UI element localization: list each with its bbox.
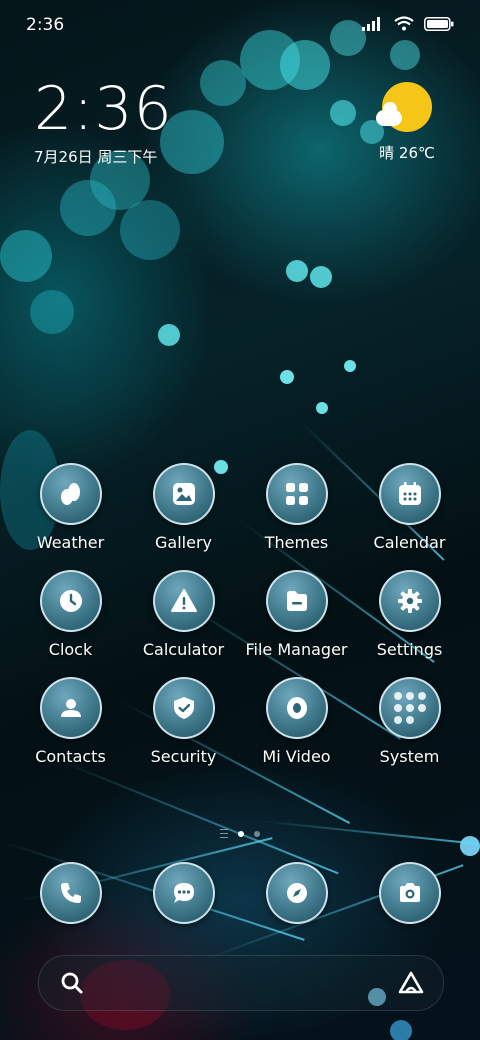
battery-icon	[424, 16, 454, 35]
app-settings[interactable]: Settings	[353, 570, 466, 659]
app-calculator[interactable]: Calculator	[127, 570, 240, 659]
app-drawer-indicator-icon	[220, 829, 228, 838]
assistant-icon[interactable]	[397, 970, 425, 1000]
app-weather[interactable]: Weather	[14, 463, 127, 552]
page-dot-active	[238, 830, 244, 837]
dock-browser[interactable]	[240, 862, 353, 924]
app-calendar[interactable]: Calendar	[353, 463, 466, 552]
app-mi-video[interactable]: Mi Video	[240, 677, 353, 766]
calculator-icon[interactable]	[152, 570, 215, 632]
clock-widget-time: 2:36	[34, 74, 173, 144]
app-clock[interactable]: Clock	[14, 570, 127, 659]
app-label: Security	[150, 747, 217, 766]
app-label: Themes	[264, 533, 329, 552]
status-bar: 2:36	[0, 0, 480, 48]
clock-icon[interactable]	[39, 570, 102, 632]
sunny-weather-icon	[376, 82, 432, 132]
app-label: Calendar	[373, 533, 446, 552]
app-grid: Weather Gallery Themes Calendar Clock Ca…	[14, 463, 466, 766]
gallery-icon[interactable]	[152, 463, 215, 525]
phone-icon[interactable]	[39, 862, 102, 924]
dock	[14, 862, 466, 924]
weather-icon[interactable]	[39, 463, 102, 525]
status-icons	[362, 16, 454, 35]
system-folder-icon[interactable]	[378, 677, 441, 739]
themes-icon[interactable]	[265, 463, 328, 525]
app-label: File Manager	[245, 640, 348, 659]
calendar-icon[interactable]	[378, 463, 441, 525]
search-icon[interactable]	[59, 970, 85, 1000]
status-time: 2:36	[26, 15, 65, 35]
signal-icon	[362, 16, 384, 35]
weather-widget[interactable]: 晴 26℃	[372, 82, 442, 163]
page-dot	[254, 830, 260, 837]
file-manager-icon[interactable]	[265, 570, 328, 632]
dock-phone[interactable]	[14, 862, 127, 924]
app-label: Gallery	[155, 533, 212, 552]
app-label: Contacts	[35, 747, 106, 766]
weather-condition-temp: 晴 26℃	[379, 144, 435, 162]
messages-icon[interactable]	[152, 862, 215, 924]
search-bar[interactable]	[38, 955, 444, 1011]
security-icon[interactable]	[152, 677, 215, 739]
settings-icon[interactable]	[378, 570, 441, 632]
dock-camera[interactable]	[353, 862, 466, 924]
page-indicator[interactable]	[0, 829, 480, 838]
wifi-icon	[394, 16, 414, 35]
app-label: Mi Video	[262, 747, 331, 766]
app-system-folder[interactable]: System	[353, 677, 466, 766]
app-label: System	[379, 747, 440, 766]
app-label: Weather	[36, 533, 105, 552]
app-label: Calculator	[142, 640, 225, 659]
app-file-manager[interactable]: File Manager	[240, 570, 353, 659]
camera-icon[interactable]	[378, 862, 441, 924]
contacts-icon[interactable]	[39, 677, 102, 739]
dock-messages[interactable]	[127, 862, 240, 924]
app-label: Clock	[48, 640, 93, 659]
clock-widget-date: 7月26日 周三下午	[34, 148, 158, 166]
mi-video-icon[interactable]	[265, 677, 328, 739]
browser-icon[interactable]	[265, 862, 328, 924]
clock-widget[interactable]: 2:36 7月26日 周三下午	[34, 78, 173, 167]
app-themes[interactable]: Themes	[240, 463, 353, 552]
app-security[interactable]: Security	[127, 677, 240, 766]
app-gallery[interactable]: Gallery	[127, 463, 240, 552]
app-label: Settings	[376, 640, 443, 659]
app-contacts[interactable]: Contacts	[14, 677, 127, 766]
